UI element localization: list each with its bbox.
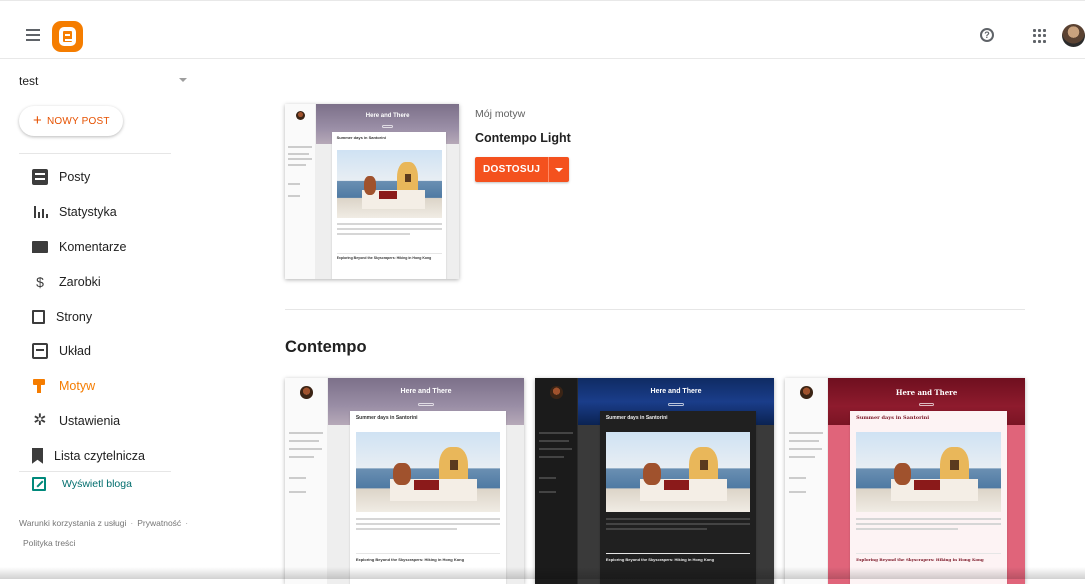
preview-post-title: Summer days in Santorini: [336, 135, 386, 141]
sidebar-item-label: Ustawienia: [59, 413, 121, 428]
preview-post-title: Summer days in Santorini: [605, 414, 668, 421]
comments-icon: [32, 240, 48, 253]
footer-links: Warunki korzystania z usługi · Prywatność ·…: [19, 518, 189, 548]
sidebar-item-label: Układ: [59, 344, 91, 359]
blogger-logo[interactable]: [52, 21, 83, 52]
preview-post-title: Summer days in Santorini: [355, 414, 418, 421]
customize-dropdown-button[interactable]: [548, 157, 570, 182]
preview-second-post: Exploring Beyond the Skyscrapers: Hiking…: [856, 553, 1001, 562]
current-theme-name: Contempo Light: [475, 131, 571, 145]
sidebar-item-label: Lista czytelnicza: [54, 448, 146, 463]
posts-icon: [32, 169, 48, 186]
preview-blog-title: Here and There: [895, 388, 958, 398]
stats-icon: [32, 204, 48, 220]
theme-card-contempo-rose[interactable]: Here and There Summer days in Santorini …: [785, 378, 1025, 584]
top-bar: ?: [0, 0, 1085, 59]
view-blog-label: Wyświetl bloga: [62, 478, 132, 490]
sidebar-item-label: Zarobki: [59, 274, 101, 289]
preview-second-post: Exploring Beyond the Skyscrapers: Hiking…: [355, 553, 501, 562]
theme-card-contempo-dark[interactable]: Here and There Summer days in Santorini …: [535, 378, 774, 584]
avatar[interactable]: [1062, 24, 1085, 47]
sidebar: test + NOWY POST Posty Statystyka Koment…: [0, 59, 211, 579]
plus-icon: +: [33, 112, 42, 129]
sidebar-item-theme[interactable]: Motyw: [0, 369, 211, 404]
content-policy-link[interactable]: Polityka treści: [23, 538, 75, 548]
reading-list-icon: [32, 447, 43, 464]
section-title: Contempo: [285, 338, 367, 356]
current-theme-preview[interactable]: Here and There Summer days in Santorini …: [285, 104, 459, 279]
preview-body: Summer days in Santorini Exploring Beyon…: [316, 132, 459, 279]
bottom-shadow: [0, 567, 1085, 579]
layout-icon: [32, 343, 48, 360]
settings-icon: ✲: [33, 411, 47, 429]
new-post-button[interactable]: + NOWY POST: [19, 106, 123, 136]
preview-blog-title: Here and There: [400, 388, 452, 396]
sidebar-item-layout[interactable]: Układ: [0, 334, 211, 369]
chevron-down-icon[interactable]: [179, 78, 187, 82]
preview-photo: [336, 150, 442, 219]
theme-card-contempo-light[interactable]: Here and There Summer days in Santorini …: [285, 378, 524, 584]
preview-blog-title: Here and There: [365, 112, 410, 119]
main-content: Here and There Summer days in Santorini …: [212, 59, 1085, 584]
terms-link[interactable]: Warunki korzystania z usługi: [19, 518, 126, 528]
sidebar-item-label: Strony: [56, 309, 93, 324]
sidebar-item-label: Statystyka: [59, 205, 117, 220]
sidebar-item-posts[interactable]: Posty: [0, 160, 211, 195]
sidebar-item-label: Komentarze: [59, 239, 127, 254]
preview-blog-title: Here and There: [650, 388, 702, 396]
earnings-icon: $: [36, 273, 44, 290]
customize-button-group: DOSTOSUJ: [475, 157, 570, 182]
preview-second-post: Exploring Beyond the Skyscrapers: Hiking…: [336, 252, 442, 260]
customize-button[interactable]: DOSTOSUJ: [475, 157, 549, 182]
divider: [19, 153, 171, 154]
theme-icon: [32, 378, 48, 394]
sidebar-item-settings[interactable]: ✲ Ustawienia: [0, 404, 211, 439]
menu-icon[interactable]: [26, 29, 40, 44]
sidebar-item-earnings[interactable]: $ Zarobki: [0, 264, 211, 299]
sidebar-item-reading-list[interactable]: Lista czytelnicza: [0, 438, 211, 473]
sidebar-item-label: Posty: [59, 170, 91, 185]
preview-second-post: Exploring Beyond the Skyscrapers: Hiking…: [605, 553, 751, 562]
new-post-label: NOWY POST: [46, 115, 110, 127]
external-link-icon: [32, 477, 46, 491]
sidebar-item-label: Motyw: [59, 379, 96, 394]
preview-sidebar: [285, 104, 317, 279]
sidebar-item-comments[interactable]: Komentarze: [0, 230, 211, 265]
sidebar-item-stats[interactable]: Statystyka: [0, 195, 211, 230]
view-blog-link[interactable]: Wyświetl bloga: [0, 477, 132, 491]
divider: [285, 309, 1025, 310]
sidebar-item-pages[interactable]: Strony: [0, 299, 211, 334]
apps-grid-icon[interactable]: [1033, 29, 1047, 43]
sidebar-nav: Posty Statystyka Komentarze $ Zarobki St…: [0, 160, 211, 473]
help-icon[interactable]: ?: [980, 28, 994, 42]
divider: [19, 471, 171, 472]
pages-icon: [32, 309, 45, 324]
privacy-link[interactable]: Prywatność: [137, 518, 181, 528]
preview-post-title: Summer days in Santorini: [856, 414, 930, 421]
my-theme-label: Mój motyw: [475, 108, 526, 120]
blog-selector[interactable]: test: [19, 74, 38, 88]
